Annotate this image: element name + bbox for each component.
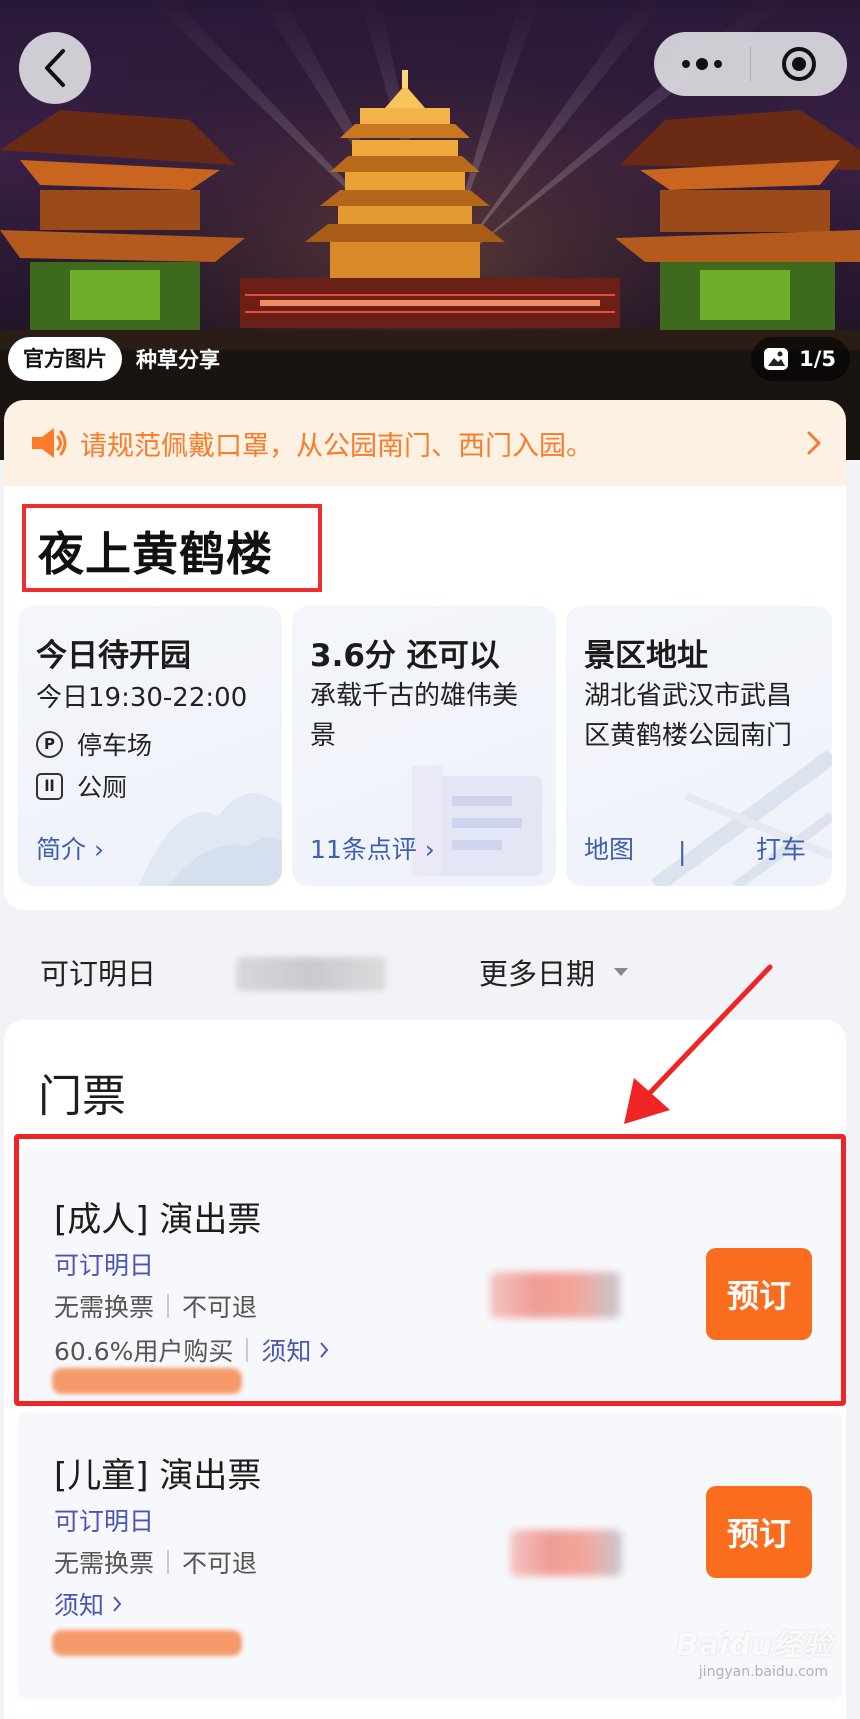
ticket-tag: 无需换票 [54,1549,155,1578]
back-button[interactable] [19,32,91,104]
address-heading: 景区地址 [584,638,708,674]
hours-heading: 今日待开园 [36,638,191,674]
tab-official-photos[interactable]: 官方图片 [8,337,122,381]
more-dots-icon [682,58,722,70]
tag-divider [167,1550,170,1574]
more-options-button[interactable] [654,32,750,96]
rating-heading: 3.6分 还可以 [310,638,500,674]
close-mini-program-button[interactable] [751,32,847,96]
page-title: 夜上黄鹤楼 [38,527,273,581]
watermark-url: jingyan.baidu.com [698,1664,828,1680]
link-separator: | [678,837,687,866]
amenity-parking: P 停车场 [36,726,152,762]
reviews-link[interactable]: 11条点评 › [310,830,435,866]
adult-ticket-highlight-box [14,1134,846,1406]
ticket-tag: 不可退 [182,1549,258,1578]
amenity-toilet: ll 公厕 [36,768,127,804]
ticket-purchase-info: 须知 [54,1586,122,1622]
photo-counter-text: 1/5 [799,347,836,371]
tab-user-shares[interactable]: 种草分享 [136,344,220,374]
more-dates-label: 更多日期 [479,957,596,991]
title-highlight-box: 夜上黄鹤楼 [22,504,322,592]
blurred-date-option[interactable] [236,957,386,991]
blurred-price [510,1530,622,1576]
notice-text: 请规范佩戴口罩，从公园南门、西门入园。 [80,430,593,462]
blurred-promo-tag [52,1630,242,1656]
toilet-icon: ll [36,772,63,800]
rating-card[interactable]: 3.6分 还可以 承载千古的雄伟美景 11条点评 › [292,606,556,886]
date-selector: 可订明日 更多日期 [0,935,860,1007]
amenity-toilet-label: 公厕 [77,773,128,802]
notice-link[interactable]: 须知 [54,1586,104,1622]
hero-gallery[interactable]: 官方图片 种草分享 1/5 [0,0,860,460]
chevron-right-icon [113,1596,122,1612]
ticket-name: [儿童] 演出票 [54,1456,262,1496]
chevron-right-icon [807,431,821,455]
notice-banner[interactable]: 请规范佩戴口罩，从公园南门、西门入园。 [4,400,846,486]
parking-icon: P [36,730,63,758]
address-card[interactable]: 景区地址 湖北省武汉市武昌区黄鹤楼公园南门 地图 | 打车 [566,606,832,886]
section-title: 门票 [38,1071,126,1122]
book-button[interactable]: 预订 [706,1486,812,1578]
ticket-availability: 可订明日 [54,1507,155,1536]
intro-link[interactable]: 简介 › [36,830,104,866]
date-option-tomorrow[interactable]: 可订明日 [40,951,156,993]
rating-description: 承载千古的雄伟美景 [310,681,519,751]
photo-counter[interactable]: 1/5 [751,337,850,381]
opening-hours: 今日19:30-22:00 [36,683,248,713]
speaker-icon [32,428,67,458]
taxi-link[interactable]: 打车 [756,830,806,866]
amenity-parking-label: 停车场 [77,731,153,760]
ticket-tags: 无需换票 不可退 [54,1544,257,1580]
scenic-info-card: 夜上黄鹤楼 今日待开园 今日19:30-22:00 P 停车场 ll 公厕 简介… [4,486,846,910]
photo-tabs: 官方图片 种草分享 [8,337,220,381]
target-icon [782,47,816,81]
mini-program-capsule [654,32,847,96]
tickets-section: 门票 [成人] 演出票 可订明日 无需换票 不可退 60.6%用户购买 须知 预… [4,1020,846,1719]
hours-card[interactable]: 今日待开园 今日19:30-22:00 P 停车场 ll 公厕 简介 › [18,606,282,886]
address-text: 湖北省武汉市武昌区黄鹤楼公园南门 [584,681,793,751]
caret-down-icon [614,968,629,976]
chevron-left-icon [45,49,65,87]
map-link[interactable]: 地图 [584,830,634,866]
photo-icon [764,348,789,370]
more-dates-button[interactable]: 更多日期 [479,951,629,993]
watermark-logo: Baidu经验 [675,1628,832,1663]
